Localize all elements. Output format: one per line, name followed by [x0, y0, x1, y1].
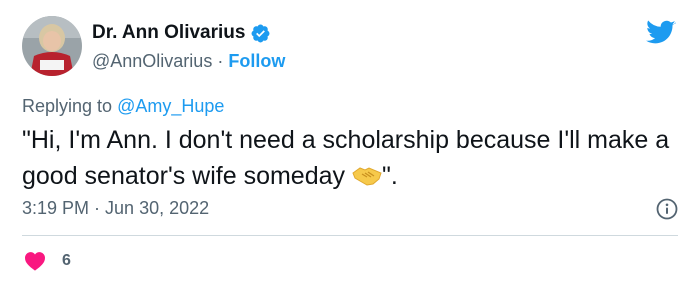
tweet-text-main: "Hi, I'm Ann. I don't need a scholarship…	[22, 126, 670, 190]
handshake-emoji-icon	[352, 161, 382, 186]
tweet-card: Dr. Ann Olivarius @AnnOlivarius · Follow…	[0, 0, 700, 288]
author-handle[interactable]: @AnnOlivarius	[92, 51, 212, 71]
verified-badge-icon	[250, 23, 271, 44]
replying-to-handle[interactable]: @Amy_Hupe	[117, 96, 224, 116]
tweet-text: "Hi, I'm Ann. I don't need a scholarship…	[22, 122, 682, 194]
author-handle-row: @AnnOlivarius · Follow	[92, 51, 285, 72]
author-name[interactable]: Dr. Ann Olivarius	[92, 22, 245, 44]
replying-to: Replying to @Amy_Hupe	[22, 96, 224, 117]
like-count[interactable]: 6	[62, 252, 71, 270]
twitter-bird-icon[interactable]	[646, 20, 676, 46]
divider	[22, 235, 678, 236]
info-icon[interactable]	[656, 198, 678, 220]
timestamp-separator: ·	[89, 198, 106, 218]
tweet-date[interactable]: Jun 30, 2022	[105, 198, 209, 218]
tweet-timestamp[interactable]: 3:19 PM · Jun 30, 2022	[22, 198, 209, 219]
author-name-row: Dr. Ann Olivarius	[92, 22, 271, 44]
tweet-text-end: ".	[381, 162, 398, 190]
like-row: 6	[24, 251, 71, 271]
tweet-time[interactable]: 3:19 PM	[22, 198, 89, 218]
replying-to-label: Replying to	[22, 96, 118, 116]
heart-icon[interactable]	[24, 251, 46, 271]
avatar[interactable]	[22, 16, 82, 76]
handle-separator: ·	[212, 51, 229, 71]
follow-button[interactable]: Follow	[228, 51, 285, 71]
